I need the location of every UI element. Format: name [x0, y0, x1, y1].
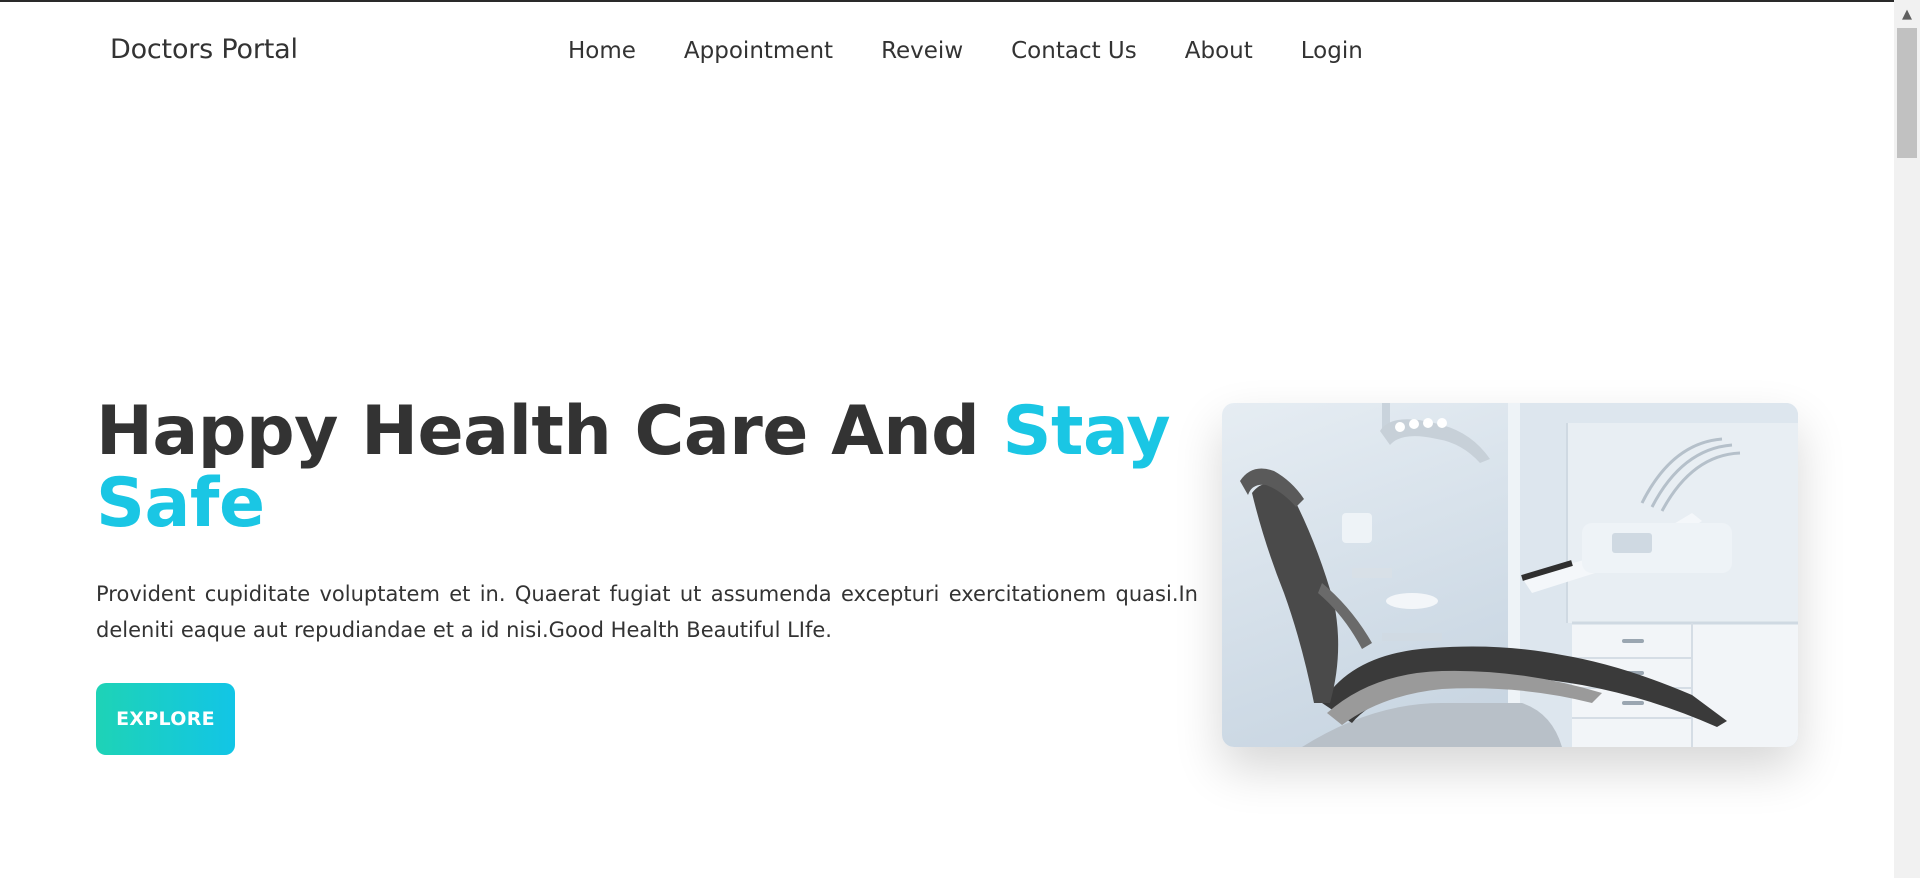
nav-link-appointment[interactable]: Appointment	[684, 38, 833, 64]
nav-link-login[interactable]: Login	[1301, 38, 1363, 64]
chevron-up-icon[interactable]: ▲	[1894, 2, 1920, 26]
nav-link-review[interactable]: Reveiw	[881, 38, 963, 64]
nav-link-contact-us[interactable]: Contact Us	[1011, 38, 1137, 64]
brand-logo[interactable]: Doctors Portal	[110, 34, 298, 65]
hero-description: Provident cupiditate voluptatem et in. Q…	[96, 582, 1198, 642]
nav-link-home[interactable]: Home	[568, 38, 636, 64]
main-nav: Home Appointment Reveiw Contact Us About…	[568, 38, 1363, 64]
nav-link-about[interactable]: About	[1185, 38, 1253, 64]
vertical-scrollbar[interactable]: ▲	[1894, 0, 1920, 878]
hero-image	[1222, 403, 1798, 747]
scrollbar-thumb[interactable]	[1897, 28, 1917, 158]
explore-button[interactable]: EXPLORE	[96, 683, 235, 755]
hero-title: Happy Health Care And Stay Safe	[96, 396, 1216, 540]
dental-chair-illustration	[1240, 403, 1798, 747]
hero-title-main: Happy Health Care And	[96, 392, 1003, 471]
window-top-border	[0, 0, 1920, 2]
